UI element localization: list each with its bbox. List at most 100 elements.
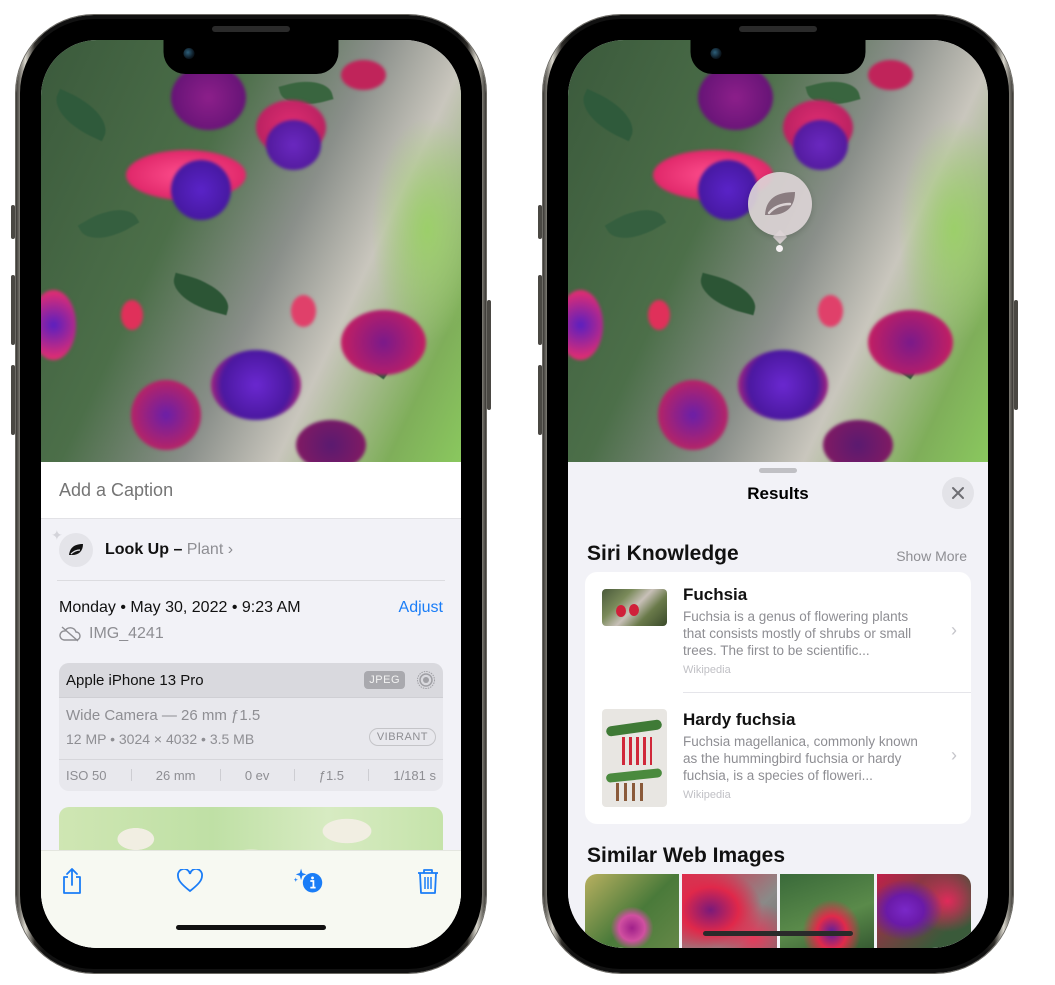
flower xyxy=(131,380,201,450)
thumbnail-flower xyxy=(629,604,639,616)
favorite-button[interactable] xyxy=(175,866,205,896)
sheet-grabber[interactable] xyxy=(759,468,797,473)
exif-exposure-value: 0 ev xyxy=(244,767,270,783)
flower xyxy=(568,290,603,360)
leaf-icon xyxy=(69,544,83,555)
file-row: IMG_4241 xyxy=(59,625,164,643)
photo-leaf xyxy=(168,272,234,316)
photo-leaf xyxy=(77,198,140,250)
divider xyxy=(368,769,370,781)
chevron-right-icon: › xyxy=(951,620,957,640)
close-button[interactable] xyxy=(942,477,974,509)
flower xyxy=(793,120,848,170)
sparkle-icon: ✦ xyxy=(51,527,63,543)
web-image-4[interactable] xyxy=(876,874,971,948)
flower xyxy=(171,160,231,220)
metadata-header: Apple iPhone 13 Pro JPEG xyxy=(59,663,443,698)
adjust-button[interactable]: Adjust xyxy=(399,599,443,617)
flower xyxy=(823,420,893,462)
thumbnail-seedpods xyxy=(616,783,646,801)
volume-down-button xyxy=(11,365,15,435)
lens-info: Wide Camera — 26 mm ƒ1.5 xyxy=(66,707,261,724)
earpiece-speaker xyxy=(212,26,290,32)
knowledge-title: Hardy fuchsia xyxy=(683,710,796,729)
caption-input[interactable] xyxy=(59,480,439,501)
notch xyxy=(690,40,866,74)
knowledge-item-fuchsia[interactable]: Fuchsia Fuchsia is a genus of flowering … xyxy=(585,572,971,692)
exif-iso: ISO 50 xyxy=(66,767,107,783)
home-indicator[interactable] xyxy=(176,925,326,930)
home-indicator[interactable] xyxy=(703,931,853,936)
visual-look-up-screen: Results Siri Knowledge Show More Fuchsia xyxy=(568,40,988,948)
volume-up-button xyxy=(11,275,15,345)
flower-bud xyxy=(818,295,843,327)
siri-knowledge-heading: Siri Knowledge xyxy=(587,542,739,565)
photos-info-screen: ✦ Look Up – Plant › Monday • May 30, 202… xyxy=(41,40,461,948)
visual-look-up-button[interactable] xyxy=(748,172,812,236)
look-up-row[interactable]: ✦ Look Up – Plant › xyxy=(51,527,445,581)
close-icon xyxy=(952,487,964,499)
sheet-title: Results xyxy=(747,484,809,503)
look-up-button[interactable]: ✦ xyxy=(51,527,93,567)
photo-leaf xyxy=(604,198,667,250)
earpiece-speaker xyxy=(739,26,817,32)
exif-shutter-speed: 1/181 s xyxy=(393,767,436,783)
flower-bud xyxy=(291,295,316,327)
caption-bar xyxy=(41,462,461,519)
divider xyxy=(130,769,132,781)
siri-knowledge-card: Fuchsia Fuchsia is a genus of flowering … xyxy=(585,572,971,824)
flower xyxy=(868,310,953,375)
flower-bud xyxy=(868,60,913,90)
image-specs: 12 MP • 3024 × 4032 • 3.5 MB xyxy=(66,731,255,747)
mute-switch xyxy=(538,205,542,239)
knowledge-title: Fuchsia xyxy=(683,585,748,604)
date-row: Monday • May 30, 2022 • 9:23 AM Adjust xyxy=(59,599,443,617)
format-badge: JPEG xyxy=(364,671,405,689)
flower xyxy=(738,350,828,420)
exif-row: ISO 50 26 mm 0 ev ƒ1.5 1/181 s xyxy=(59,760,443,790)
flower xyxy=(296,420,366,462)
web-image-3[interactable] xyxy=(779,874,874,948)
knowledge-description: Fuchsia is a genus of flowering plants t… xyxy=(683,609,912,658)
info-button[interactable] xyxy=(294,866,324,896)
side-button xyxy=(487,300,491,410)
fuchsia-photo[interactable] xyxy=(568,40,988,462)
show-more-button[interactable]: Show More xyxy=(896,548,967,564)
fuchsia-thumbnail xyxy=(602,589,667,626)
similar-web-images-heading: Similar Web Images xyxy=(587,844,786,867)
delete-button[interactable] xyxy=(413,866,443,896)
flower xyxy=(171,65,246,130)
notch xyxy=(163,40,339,74)
exif-metadata-card: Apple iPhone 13 Pro JPEG Wide Camera — 2… xyxy=(59,663,443,791)
photo-leaf xyxy=(574,88,642,142)
web-image-2[interactable] xyxy=(682,874,777,948)
chevron-right-icon: › xyxy=(227,541,234,558)
thumbnail-flowers xyxy=(622,737,652,765)
flower xyxy=(341,310,426,375)
thumbnail-branch xyxy=(605,719,663,737)
flower-bud xyxy=(341,60,386,90)
trash-icon xyxy=(418,869,438,894)
exif-aperture: ƒ1.5 xyxy=(318,767,345,783)
web-image-1[interactable] xyxy=(585,874,680,948)
leaf-icon xyxy=(765,192,795,215)
share-button[interactable] xyxy=(57,866,87,896)
chevron-right-icon: › xyxy=(951,745,957,765)
look-up-title: Look Up – xyxy=(105,541,183,558)
photo-leaf xyxy=(695,272,761,316)
thumbnail-branch xyxy=(605,768,663,783)
fuchsia-photo[interactable] xyxy=(41,40,461,462)
heart-icon xyxy=(177,869,203,893)
mute-switch xyxy=(11,205,15,239)
metadata-body: Wide Camera — 26 mm ƒ1.5 12 MP • 3024 × … xyxy=(59,698,443,760)
flower-bud xyxy=(648,300,670,330)
flower xyxy=(658,380,728,450)
photo-datetime: Monday • May 30, 2022 • 9:23 AM xyxy=(59,599,301,616)
flower xyxy=(211,350,301,420)
knowledge-item-hardy-fuchsia[interactable]: Hardy fuchsia Fuchsia magellanica, commo… xyxy=(585,693,971,813)
subject-anchor-dot xyxy=(776,245,783,252)
divider xyxy=(219,769,221,781)
look-up-label[interactable]: Look Up – Plant › xyxy=(105,541,233,559)
divider xyxy=(293,769,295,781)
knowledge-description: Fuchsia magellanica, commonly known as t… xyxy=(683,734,918,783)
